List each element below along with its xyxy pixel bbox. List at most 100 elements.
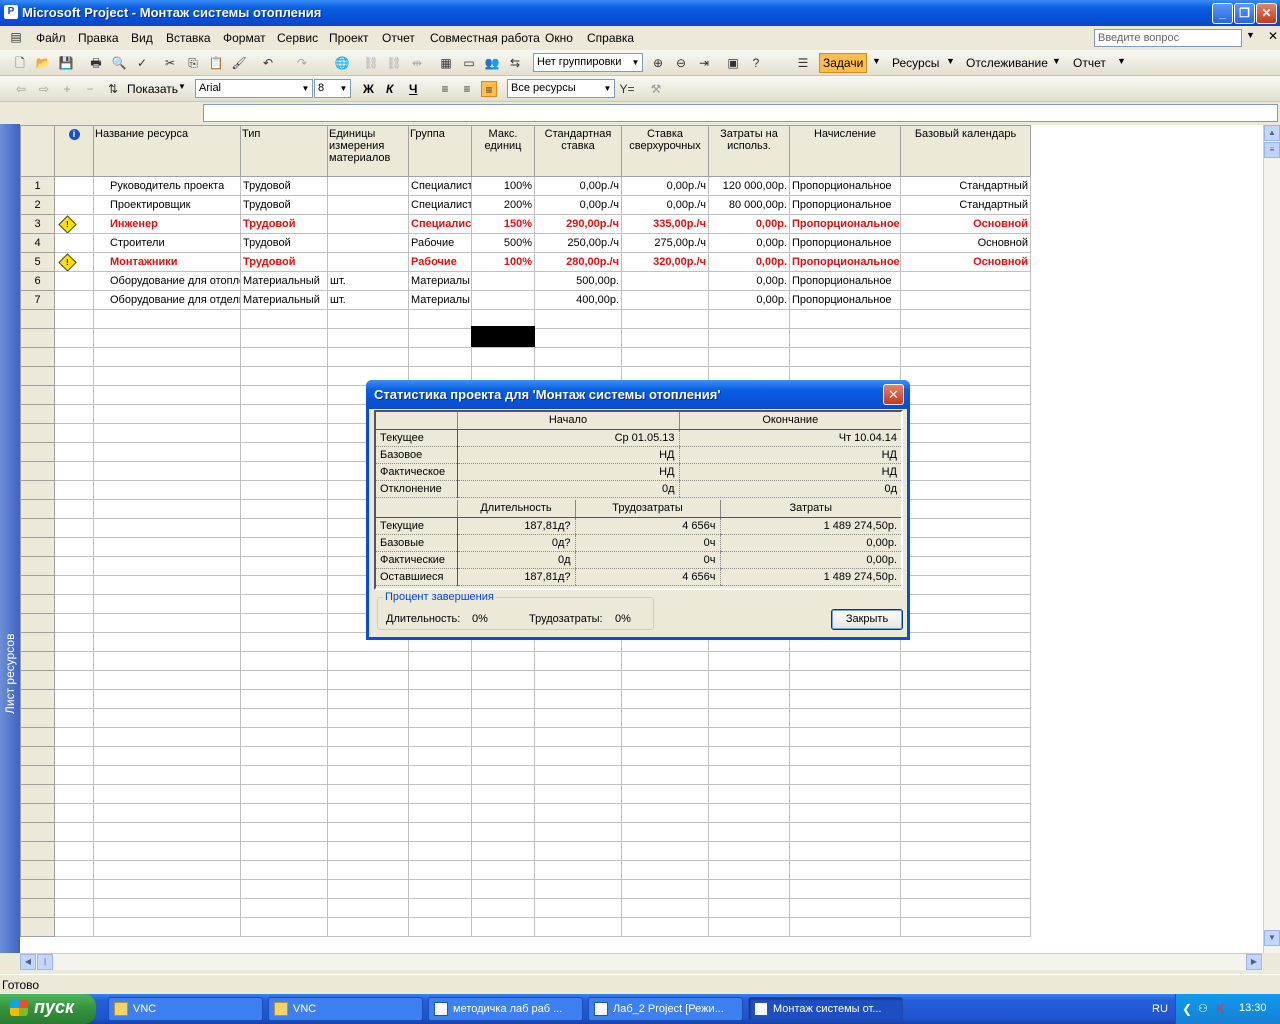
cell-type[interactable] [240,841,328,861]
scroll-down-icon[interactable]: ▼ [1264,930,1280,946]
cell-cal[interactable] [900,328,1031,348]
cell-cost[interactable] [708,822,790,842]
cell-unit[interactable] [327,233,409,253]
cell-accr[interactable]: Пропорциональное [789,176,901,196]
cell-std[interactable] [534,898,622,918]
indicator-cell[interactable]: ! [54,214,94,234]
table-row[interactable] [20,746,1031,766]
indicator-cell[interactable] [54,632,94,652]
align-center-icon[interactable]: ≡ [459,81,475,97]
cell-std[interactable] [534,860,622,880]
table-row[interactable] [20,841,1031,861]
cell-group[interactable] [408,309,472,329]
overallocated-warning-icon[interactable]: ! [58,215,77,233]
tracking-dropdown-icon[interactable]: ▼ [1052,56,1061,66]
dialog-close-icon[interactable]: ✕ [883,384,904,405]
indicator-cell[interactable] [54,518,94,538]
cell-type[interactable] [240,347,328,367]
cell-ovt[interactable] [621,290,709,310]
cell-name[interactable]: Оборудование для отделки [93,290,241,310]
row-number[interactable] [20,708,55,728]
cell-cal[interactable] [900,404,1031,424]
cell-cal[interactable] [900,784,1031,804]
row-number[interactable] [20,879,55,899]
cell-accr[interactable] [789,879,901,899]
cell-cost[interactable] [708,689,790,709]
cell-name[interactable] [93,575,241,595]
cell-cal[interactable] [900,366,1031,386]
cell-cost[interactable] [708,860,790,880]
cell-accr[interactable] [789,860,901,880]
cell-accr[interactable] [789,803,901,823]
cell-cal[interactable] [900,879,1031,899]
cell-name[interactable] [93,423,241,443]
cell-unit[interactable] [327,784,409,804]
cell-max[interactable] [471,917,535,937]
table-row[interactable]: 4 Строители Трудовой Рабочие 500% 250,00р./ч 2… [20,233,1031,253]
indicator-cell[interactable] [54,290,94,310]
cell-cal[interactable] [900,518,1031,538]
report-dropdown-icon[interactable]: ▼ [1117,56,1126,66]
cell-type[interactable] [240,746,328,766]
cut-icon[interactable]: ✂ [162,55,178,71]
cell-std[interactable]: 280,00р./ч [534,252,622,272]
menu-help[interactable]: Справка [587,31,634,45]
cell-type[interactable] [240,879,328,899]
cell-max[interactable] [471,689,535,709]
cell-cal[interactable] [900,442,1031,462]
cell-unit[interactable] [327,841,409,861]
bold-button[interactable]: Ж [363,82,374,96]
cell-cal[interactable] [900,423,1031,443]
indicator-cell[interactable] [54,727,94,747]
indicator-cell[interactable] [54,708,94,728]
link-tasks-icon[interactable]: ⛓ [363,55,379,71]
table-row[interactable]: 3! Инженер Трудовой Специалист 150% 290,00р./… [20,214,1031,234]
cell-max[interactable] [471,727,535,747]
cell-name[interactable] [93,841,241,861]
row-number[interactable]: 4 [20,233,55,253]
cell-cal[interactable] [900,575,1031,595]
cell-unit[interactable] [327,727,409,747]
cell-type[interactable] [240,309,328,329]
overallocated-warning-icon[interactable]: ! [58,253,77,271]
cell-type[interactable] [240,613,328,633]
close-button[interactable]: ✕ [1256,3,1277,24]
cell-unit[interactable] [327,651,409,671]
cell-ovt[interactable] [621,651,709,671]
row-number[interactable] [20,556,55,576]
cell-name[interactable]: Проектировщик [93,195,241,215]
cell-cost[interactable] [708,328,790,348]
table-row[interactable] [20,784,1031,804]
split-task-icon[interactable]: ⇹ [409,55,425,71]
cell-std[interactable]: 290,00р./ч [534,214,622,234]
cell-name[interactable]: Руководитель проекта [93,176,241,196]
cell-cal[interactable] [900,632,1031,652]
cell-name[interactable] [93,689,241,709]
cell-cost[interactable] [708,727,790,747]
scroll-left-icon[interactable]: ◀ [20,954,36,970]
col-accrue[interactable]: Начисление [789,125,901,177]
cell-ovt[interactable] [621,309,709,329]
row-number[interactable] [20,385,55,405]
cell-ovt[interactable] [621,271,709,291]
cell-type[interactable] [240,765,328,785]
cell-accr[interactable] [789,727,901,747]
cell-cal[interactable] [900,860,1031,880]
cell-ovt[interactable] [621,898,709,918]
copy-icon[interactable]: ⎘ [185,55,201,71]
scroll-thumb[interactable]: ≡ [1264,142,1280,158]
menu-format[interactable]: Формат [223,31,266,45]
cell-unit[interactable] [327,347,409,367]
table-row[interactable] [20,898,1031,918]
cell-name[interactable] [93,518,241,538]
col-name[interactable]: Название ресурса [93,125,241,177]
new-icon[interactable]: 🗋 [12,55,28,71]
cell-std[interactable] [534,689,622,709]
cell-cost[interactable] [708,651,790,671]
cell-cost[interactable] [708,708,790,728]
cell-max[interactable] [471,651,535,671]
cell-cal[interactable] [900,347,1031,367]
cell-accr[interactable]: Пропорциональное [789,233,901,253]
cell-unit[interactable] [327,670,409,690]
indicator-cell[interactable] [54,233,94,253]
